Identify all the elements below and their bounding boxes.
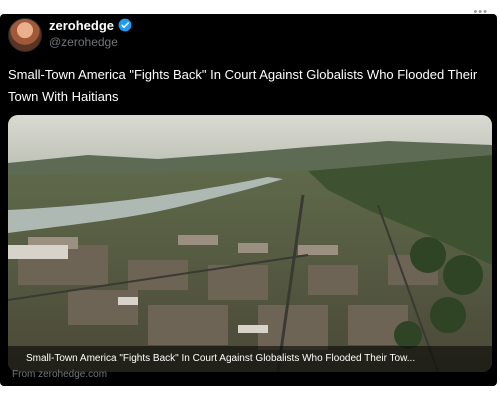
aerial-town-photo: [8, 115, 492, 372]
avatar[interactable]: [8, 18, 42, 52]
media-image[interactable]: Small-Town America "Fights Back" In Cour…: [8, 115, 492, 372]
display-name[interactable]: zerohedge: [49, 18, 114, 33]
tweet-card: zerohedge @zerohedge Small-Town America …: [0, 14, 497, 386]
handle: @zerohedge: [49, 35, 118, 49]
source-link[interactable]: From zerohedge.com: [12, 369, 107, 380]
verified-badge-icon: [118, 18, 132, 32]
tweet-text: Small-Town America "Fights Back" In Cour…: [8, 67, 478, 104]
